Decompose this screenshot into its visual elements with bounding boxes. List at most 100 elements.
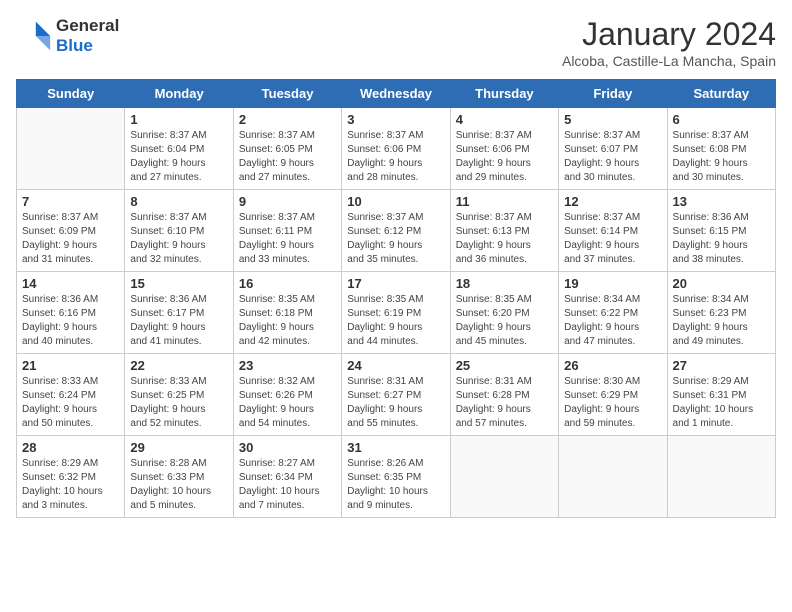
calendar-cell: 8 Sunrise: 8:37 AMSunset: 6:10 PMDaylight…: [125, 190, 233, 272]
calendar-cell: 28 Sunrise: 8:29 AMSunset: 6:32 PMDayligh…: [17, 436, 125, 518]
day-number: 6: [673, 112, 770, 127]
day-info: Sunrise: 8:26 AMSunset: 6:35 PMDaylight:…: [347, 457, 444, 513]
day-number: 23: [239, 358, 336, 373]
calendar-cell: 19 Sunrise: 8:34 AMSunset: 6:22 PMDayligh…: [559, 272, 667, 354]
day-header-wednesday: Wednesday: [342, 80, 450, 108]
day-header-sunday: Sunday: [17, 80, 125, 108]
day-info: Sunrise: 8:37 AMSunset: 6:07 PMDaylight:…: [564, 129, 661, 185]
calendar-cell: 5 Sunrise: 8:37 AMSunset: 6:07 PMDaylight…: [559, 108, 667, 190]
day-info: Sunrise: 8:37 AMSunset: 6:06 PMDaylight:…: [347, 129, 444, 185]
day-number: 1: [130, 112, 227, 127]
calendar-cell: 2Sunrise: 8:37 AMSunset: 6:05 PMDaylight…: [233, 108, 341, 190]
day-info: Sunrise: 8:35 AMSunset: 6:20 PMDaylight:…: [456, 293, 553, 349]
calendar-cell: 23 Sunrise: 8:32 AMSunset: 6:26 PMDayligh…: [233, 354, 341, 436]
calendar-title: January 2024: [562, 16, 776, 53]
day-info: Sunrise: 8:33 AMSunset: 6:24 PMDaylight:…: [22, 375, 119, 431]
day-number: 13: [673, 194, 770, 209]
day-number: 18: [456, 276, 553, 291]
calendar-cell: 6Sunrise: 8:37 AMSunset: 6:08 PMDaylight…: [667, 108, 775, 190]
day-info: Sunrise: 8:37 AMSunset: 6:13 PMDaylight:…: [456, 211, 553, 267]
week-row-3: 14 Sunrise: 8:36 AMSunset: 6:16 PMDayligh…: [17, 272, 776, 354]
day-info: Sunrise: 8:36 AMSunset: 6:15 PMDaylight:…: [673, 211, 770, 267]
day-number: 14: [22, 276, 119, 291]
day-info: Sunrise: 8:29 AMSunset: 6:32 PMDaylight:…: [22, 457, 119, 513]
week-row-5: 28 Sunrise: 8:29 AMSunset: 6:32 PMDayligh…: [17, 436, 776, 518]
day-number: 26: [564, 358, 661, 373]
day-number: 5: [564, 112, 661, 127]
calendar-cell: 17 Sunrise: 8:35 AMSunset: 6:19 PMDayligh…: [342, 272, 450, 354]
calendar-cell: 9Sunrise: 8:37 AMSunset: 6:11 PMDaylight…: [233, 190, 341, 272]
logo: General Blue: [16, 16, 119, 57]
day-number: 28: [22, 440, 119, 455]
day-number: 3: [347, 112, 444, 127]
day-number: 30: [239, 440, 336, 455]
day-number: 29: [130, 440, 227, 455]
day-info: Sunrise: 8:37 AMSunset: 6:05 PMDaylight:…: [239, 129, 336, 185]
week-row-2: 7 Sunrise: 8:37 AMSunset: 6:09 PMDaylight…: [17, 190, 776, 272]
day-header-saturday: Saturday: [667, 80, 775, 108]
day-info: Sunrise: 8:36 AMSunset: 6:16 PMDaylight:…: [22, 293, 119, 349]
day-number: 31: [347, 440, 444, 455]
calendar-cell: [667, 436, 775, 518]
calendar-cell: 18 Sunrise: 8:35 AMSunset: 6:20 PMDayligh…: [450, 272, 558, 354]
day-header-thursday: Thursday: [450, 80, 558, 108]
day-number: 16: [239, 276, 336, 291]
day-header-tuesday: Tuesday: [233, 80, 341, 108]
day-info: Sunrise: 8:37 AMSunset: 6:10 PMDaylight:…: [130, 211, 227, 267]
day-info: Sunrise: 8:32 AMSunset: 6:26 PMDaylight:…: [239, 375, 336, 431]
calendar-cell: 22Sunrise: 8:33 AMSunset: 6:25 PMDayligh…: [125, 354, 233, 436]
calendar-cell: 10Sunrise: 8:37 AMSunset: 6:12 PMDayligh…: [342, 190, 450, 272]
day-info: Sunrise: 8:30 AMSunset: 6:29 PMDaylight:…: [564, 375, 661, 431]
day-number: 12: [564, 194, 661, 209]
calendar-table: SundayMondayTuesdayWednesdayThursdayFrid…: [16, 79, 776, 518]
calendar-cell: 24 Sunrise: 8:31 AMSunset: 6:27 PMDayligh…: [342, 354, 450, 436]
day-number: 25: [456, 358, 553, 373]
calendar-cell: 12 Sunrise: 8:37 AMSunset: 6:14 PMDayligh…: [559, 190, 667, 272]
week-row-1: 1Sunrise: 8:37 AMSunset: 6:04 PMDaylight…: [17, 108, 776, 190]
calendar-cell: 29 Sunrise: 8:28 AMSunset: 6:33 PMDayligh…: [125, 436, 233, 518]
day-info: Sunrise: 8:33 AMSunset: 6:25 PMDaylight:…: [130, 375, 227, 431]
calendar-cell: 31 Sunrise: 8:26 AMSunset: 6:35 PMDayligh…: [342, 436, 450, 518]
day-number: 19: [564, 276, 661, 291]
calendar-cell: 1Sunrise: 8:37 AMSunset: 6:04 PMDaylight…: [125, 108, 233, 190]
day-info: Sunrise: 8:34 AMSunset: 6:23 PMDaylight:…: [673, 293, 770, 349]
calendar-cell: 26 Sunrise: 8:30 AMSunset: 6:29 PMDayligh…: [559, 354, 667, 436]
day-info: Sunrise: 8:37 AMSunset: 6:14 PMDaylight:…: [564, 211, 661, 267]
day-info: Sunrise: 8:37 AMSunset: 6:09 PMDaylight:…: [22, 211, 119, 267]
day-number: 24: [347, 358, 444, 373]
calendar-cell: 13 Sunrise: 8:36 AMSunset: 6:15 PMDayligh…: [667, 190, 775, 272]
logo-text: General Blue: [56, 16, 119, 57]
day-number: 21: [22, 358, 119, 373]
day-info: Sunrise: 8:31 AMSunset: 6:28 PMDaylight:…: [456, 375, 553, 431]
day-info: Sunrise: 8:35 AMSunset: 6:18 PMDaylight:…: [239, 293, 336, 349]
title-block: January 2024 Alcoba, Castille-La Mancha,…: [562, 16, 776, 69]
day-number: 27: [673, 358, 770, 373]
day-info: Sunrise: 8:31 AMSunset: 6:27 PMDaylight:…: [347, 375, 444, 431]
calendar-cell: 20 Sunrise: 8:34 AMSunset: 6:23 PMDayligh…: [667, 272, 775, 354]
day-header-monday: Monday: [125, 80, 233, 108]
day-number: 15: [130, 276, 227, 291]
header: General Blue January 2024 Alcoba, Castil…: [16, 16, 776, 69]
day-number: 11: [456, 194, 553, 209]
day-number: 8: [130, 194, 227, 209]
day-number: 4: [456, 112, 553, 127]
day-number: 7: [22, 194, 119, 209]
logo-icon: [16, 18, 52, 54]
calendar-cell: 16 Sunrise: 8:35 AMSunset: 6:18 PMDayligh…: [233, 272, 341, 354]
calendar-subtitle: Alcoba, Castille-La Mancha, Spain: [562, 53, 776, 69]
day-number: 9: [239, 194, 336, 209]
calendar-cell: 14 Sunrise: 8:36 AMSunset: 6:16 PMDayligh…: [17, 272, 125, 354]
day-info: Sunrise: 8:34 AMSunset: 6:22 PMDaylight:…: [564, 293, 661, 349]
day-info: Sunrise: 8:37 AMSunset: 6:06 PMDaylight:…: [456, 129, 553, 185]
day-info: Sunrise: 8:27 AMSunset: 6:34 PMDaylight:…: [239, 457, 336, 513]
day-info: Sunrise: 8:35 AMSunset: 6:19 PMDaylight:…: [347, 293, 444, 349]
calendar-cell: 25 Sunrise: 8:31 AMSunset: 6:28 PMDayligh…: [450, 354, 558, 436]
calendar-cell: 4 Sunrise: 8:37 AMSunset: 6:06 PMDaylight…: [450, 108, 558, 190]
day-number: 20: [673, 276, 770, 291]
day-info: Sunrise: 8:29 AMSunset: 6:31 PMDaylight:…: [673, 375, 770, 431]
day-number: 17: [347, 276, 444, 291]
calendar-cell: 15Sunrise: 8:36 AMSunset: 6:17 PMDayligh…: [125, 272, 233, 354]
calendar-cell: 27 Sunrise: 8:29 AMSunset: 6:31 PMDayligh…: [667, 354, 775, 436]
day-info: Sunrise: 8:28 AMSunset: 6:33 PMDaylight:…: [130, 457, 227, 513]
calendar-cell: [450, 436, 558, 518]
